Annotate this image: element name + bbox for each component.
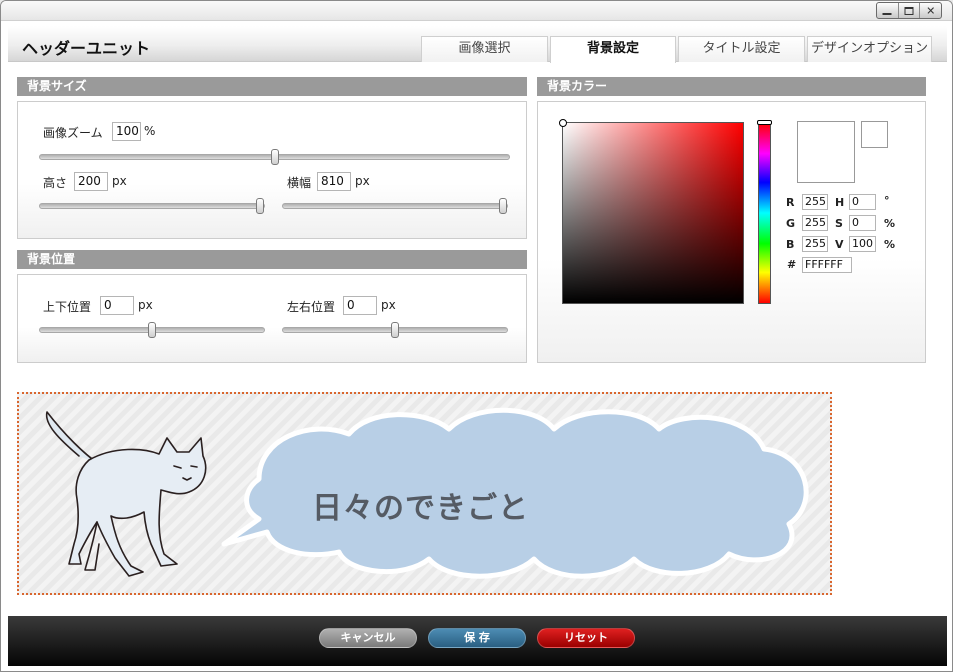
bg-position-heading: 背景位置 (17, 250, 527, 269)
b-input[interactable]: 255 (802, 236, 828, 252)
height-input[interactable]: 200 (74, 172, 108, 191)
width-slider-handle[interactable] (498, 198, 507, 214)
header-preview: 日々のできごと (17, 392, 832, 595)
vertical-position-handle[interactable] (148, 322, 156, 338)
current-color-swatch (861, 121, 888, 148)
hex-input[interactable]: FFFFFF (802, 257, 852, 273)
g-label: G (786, 217, 796, 230)
minimize-icon (882, 12, 892, 15)
tab-image-select[interactable]: 画像選択 (421, 36, 548, 62)
zoom-input[interactable]: 100 (112, 122, 141, 141)
vertical-position-label: 上下位置 (43, 300, 92, 314)
horizontal-position-input[interactable]: 0 (343, 296, 377, 315)
h-input[interactable]: 0 (849, 194, 876, 210)
vertical-position-slider[interactable] (39, 322, 265, 338)
maximize-button[interactable] (899, 3, 921, 18)
bg-size-panel: 画像ズーム 100 % 高さ 200 px 横幅 810 px (17, 101, 527, 239)
maximize-icon (904, 6, 914, 15)
v-input[interactable]: 100 (849, 236, 876, 252)
zoom-label: 画像ズーム (43, 126, 103, 140)
close-icon: ✕ (926, 4, 936, 17)
saturation-value-field[interactable] (559, 119, 744, 304)
h-unit: ° (884, 194, 890, 207)
header-bar: ヘッダーユニット 画像選択 背景設定 タイトル設定 デザインオプション (8, 26, 947, 63)
h-label: H (835, 196, 845, 209)
width-label: 横幅 (287, 176, 312, 190)
vertical-position-input[interactable]: 0 (100, 296, 134, 315)
horizontal-position-handle[interactable] (391, 322, 399, 338)
tab-title-settings[interactable]: タイトル設定 (678, 36, 805, 62)
height-label: 高さ (43, 176, 68, 190)
height-slider-handle[interactable] (255, 198, 264, 214)
v-label: V (835, 238, 844, 251)
width-input[interactable]: 810 (317, 172, 351, 191)
tab-bar: 画像選択 背景設定 タイトル設定 デザインオプション (421, 36, 934, 63)
s-input[interactable]: 0 (849, 215, 876, 231)
horizontal-position-unit: px (381, 298, 396, 312)
bg-position-panel: 上下位置 0 px 左右位置 0 px (17, 274, 527, 363)
width-unit: px (355, 174, 370, 188)
reset-button[interactable]: リセット (537, 628, 635, 648)
width-slider[interactable] (282, 198, 508, 214)
hue-slider-handle[interactable] (757, 120, 772, 125)
new-color-swatch (797, 121, 855, 183)
cancel-button[interactable]: キャンセル (319, 628, 417, 648)
height-unit: px (112, 174, 127, 188)
hue-slider[interactable] (757, 120, 772, 304)
color-picker-cursor[interactable] (559, 119, 567, 127)
hex-label: # (787, 258, 797, 271)
footer-bar: キャンセル 保 存 リセット (8, 616, 947, 666)
g-input[interactable]: 255 (802, 215, 828, 231)
save-button[interactable]: 保 存 (428, 628, 526, 648)
title-bar: ✕ (1, 1, 952, 21)
window-controls: ✕ (876, 2, 942, 19)
zoom-unit: % (144, 124, 156, 138)
height-slider[interactable] (39, 198, 265, 214)
vertical-position-unit: px (138, 298, 153, 312)
zoom-slider[interactable] (39, 149, 510, 165)
horizontal-position-slider[interactable] (282, 322, 508, 338)
bg-size-heading: 背景サイズ (17, 77, 527, 96)
minimize-button[interactable] (877, 3, 899, 18)
s-label: S (835, 217, 843, 230)
s-unit: % (884, 217, 896, 230)
cat-illustration-icon (45, 411, 207, 577)
tab-background-settings[interactable]: 背景設定 (550, 36, 676, 63)
b-label: B (786, 238, 795, 251)
app-window: ✕ ヘッダーユニット 画像選択 背景設定 タイトル設定 デザインオプション 背景… (0, 0, 953, 672)
horizontal-position-label: 左右位置 (287, 300, 336, 314)
page-title: ヘッダーユニット (22, 39, 151, 58)
bg-color-panel: R 255 H 0 ° G 255 S 0 % B 255 V 100 % # … (537, 101, 926, 363)
bg-color-heading: 背景カラー (537, 77, 926, 96)
r-input[interactable]: 255 (802, 194, 828, 210)
r-label: R (786, 196, 795, 209)
close-button[interactable]: ✕ (920, 3, 941, 18)
preview-title-text: 日々のできごと (312, 491, 529, 526)
v-unit: % (884, 238, 896, 251)
zoom-slider-handle[interactable] (270, 149, 279, 165)
tab-design-options[interactable]: デザインオプション (807, 36, 932, 62)
